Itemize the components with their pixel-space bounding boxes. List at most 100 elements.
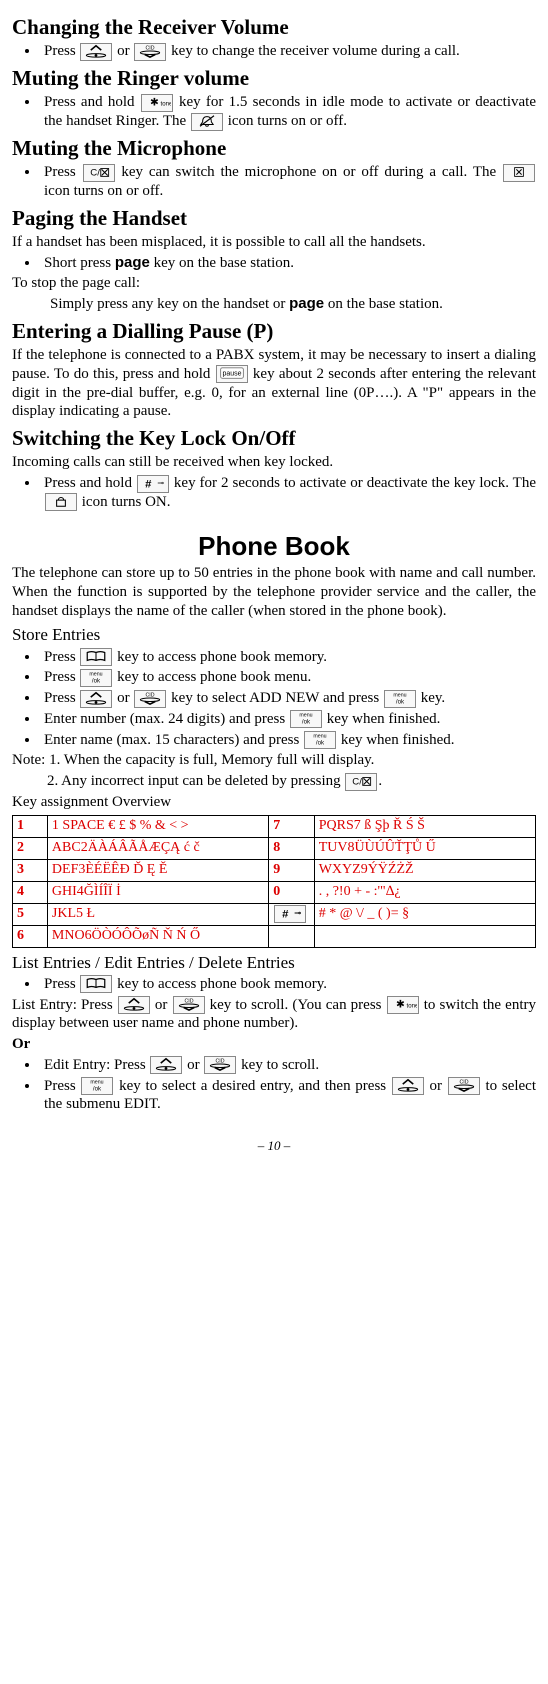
list-item: Enter name (max. 15 characters) and pres… (40, 731, 536, 750)
up-key-icon (80, 43, 112, 61)
text: Press (44, 690, 79, 706)
key-number (269, 903, 315, 925)
text: If a handset has been misplaced, it is p… (12, 233, 536, 252)
text: . (378, 773, 382, 789)
text: key to select ADD NEW and press (167, 690, 383, 706)
text: Incoming calls can still be received whe… (12, 453, 536, 472)
down-key-icon (204, 1056, 236, 1074)
key-chars: GHI4ĞÌÍÎÏ İ (47, 881, 268, 903)
list-item: Edit Entry: Press or key to scroll. (40, 1056, 536, 1075)
key-number: 3 (13, 859, 48, 881)
up-key-icon (150, 1056, 182, 1074)
text: key can switch the microphone on or off … (116, 164, 503, 180)
heading-receiver-volume: Changing the Receiver Volume (12, 14, 536, 40)
subheading-list-edit-delete: List Entries / Edit Entries / Delete Ent… (12, 952, 536, 973)
key-chars: . , ?!0 + - :'"∆¿ (314, 881, 535, 903)
text: Press (44, 43, 79, 59)
heading-dial-pause: Entering a Dialling Pause (P) (12, 318, 536, 344)
key-chars: MNO6ÖÒÓÔÕøÑ Ň Ń Ő (47, 925, 268, 947)
menu-ok-key-icon (81, 1077, 113, 1095)
key-chars: WXYZ9ÝŸŹŻŽ (314, 859, 535, 881)
phonebook-key-icon (80, 975, 112, 993)
text: Press (44, 669, 79, 685)
text: or (113, 43, 133, 59)
text: Simply press any key on the handset or p… (12, 295, 536, 314)
key-assignment-table: 11 SPACE € £ $ % & < >7PQRS7 ß Şþ Ř Ś Š2… (12, 815, 536, 948)
key-number: 2 (13, 837, 48, 859)
text: Simply press any key on the handset or (50, 296, 289, 312)
list-item: Press key to access phone book menu. (40, 668, 536, 687)
key-number: 6 (13, 925, 48, 947)
key-number: 8 (269, 837, 315, 859)
menu-ok-key-icon (304, 731, 336, 749)
text: To stop the page call: (12, 274, 536, 293)
table-row: 4GHI4ĞÌÍÎÏ İ0. , ?!0 + - :'"∆¿ (13, 881, 536, 903)
down-key-icon (448, 1077, 480, 1095)
heading-paging: Paging the Handset (12, 205, 536, 231)
text: key for 2 seconds to activate or deactiv… (170, 475, 536, 491)
key-chars: 1 SPACE € £ $ % & < > (47, 815, 268, 837)
key-chars: PQRS7 ß Şþ Ř Ś Š (314, 815, 535, 837)
text: If the telephone is connected to a PABX … (12, 346, 536, 421)
hash-key-icon (274, 905, 306, 923)
key-chars: DEF3ÈÉËÊÐ Ď Ę Ě (47, 859, 268, 881)
page-key-label: page (115, 254, 150, 271)
phonebook-key-icon (80, 648, 112, 666)
c-cancel-key-icon (345, 773, 377, 791)
mute-icon (503, 164, 535, 182)
list-item: Enter number (max. 24 digits) and press … (40, 710, 536, 729)
or-label: Or (12, 1035, 536, 1054)
text: key on the base station. (150, 255, 294, 271)
ringer-off-icon (191, 113, 223, 131)
list-item: Short press page key on the base station… (40, 254, 536, 273)
pause-key-icon (216, 365, 248, 383)
text: icon turns on or off. (44, 183, 163, 199)
page-number: – 10 – (12, 1138, 536, 1154)
text: Key assignment Overview (12, 793, 536, 812)
text: or (425, 1078, 447, 1094)
text: Press (44, 1078, 80, 1094)
table-row: 3DEF3ÈÉËÊÐ Ď Ę Ě9WXYZ9ÝŸŹŻŽ (13, 859, 536, 881)
text: Enter number (max. 24 digits) and press (44, 711, 289, 727)
down-key-icon (134, 690, 166, 708)
table-row: 6MNO6ÖÒÓÔÕøÑ Ň Ń Ő (13, 925, 536, 947)
text: Press (44, 164, 82, 180)
hash-key-icon (137, 475, 169, 493)
down-key-icon (173, 996, 205, 1014)
heading-key-lock: Switching the Key Lock On/Off (12, 425, 536, 451)
text: The telephone can store up to 50 entries… (12, 564, 536, 620)
heading-ringer-volume: Muting the Ringer volume (12, 65, 536, 91)
text: key to change the receiver volume during… (167, 43, 459, 59)
text: Edit Entry: Press (44, 1057, 149, 1073)
text: on the base station. (324, 296, 443, 312)
text: key to access phone book memory. (113, 649, 327, 665)
text: 2. Any incorrect input can be deleted by… (47, 773, 344, 789)
menu-ok-key-icon (290, 710, 322, 728)
table-row: 11 SPACE € £ $ % & < >7PQRS7 ß Şþ Ř Ś Š (13, 815, 536, 837)
list-item: Press and hold key for 2 seconds to acti… (40, 474, 536, 512)
list-item: Press or key to change the receiver volu… (40, 42, 536, 61)
key-number: 7 (269, 815, 315, 837)
text: key. (417, 690, 445, 706)
table-row: 5JKL5 Ł# * @ \/ _ ( )= § (13, 903, 536, 925)
down-key-icon (134, 43, 166, 61)
text: key when finished. (337, 732, 454, 748)
text: List Entry: Press (12, 997, 117, 1013)
text: List Entry: Press or key to scroll. (You… (12, 996, 536, 1034)
text: icon turns on or off. (224, 113, 347, 129)
c-cancel-key-icon (83, 164, 115, 182)
star-tone-key-icon (387, 996, 419, 1014)
text: or (151, 997, 172, 1013)
chapter-title: Phone Book (12, 530, 536, 563)
text: key to scroll. (You can press (206, 997, 386, 1013)
list-item: Press or key to select ADD NEW and press… (40, 689, 536, 708)
star-tone-key-icon (141, 94, 173, 112)
text: Press (44, 976, 79, 992)
key-number: 1 (13, 815, 48, 837)
text: or (113, 690, 133, 706)
up-key-icon (392, 1077, 424, 1095)
table-row: 2ABC2ÄÀÁÂÃÅÆÇĄ ć č8TUV8ÜÙÚÛŤŢŮ Ű (13, 837, 536, 859)
text: Short press (44, 255, 115, 271)
note-text: 2. Any incorrect input can be deleted by… (47, 772, 536, 791)
note-text: Note: 1. When the capacity is full, Memo… (12, 751, 536, 770)
